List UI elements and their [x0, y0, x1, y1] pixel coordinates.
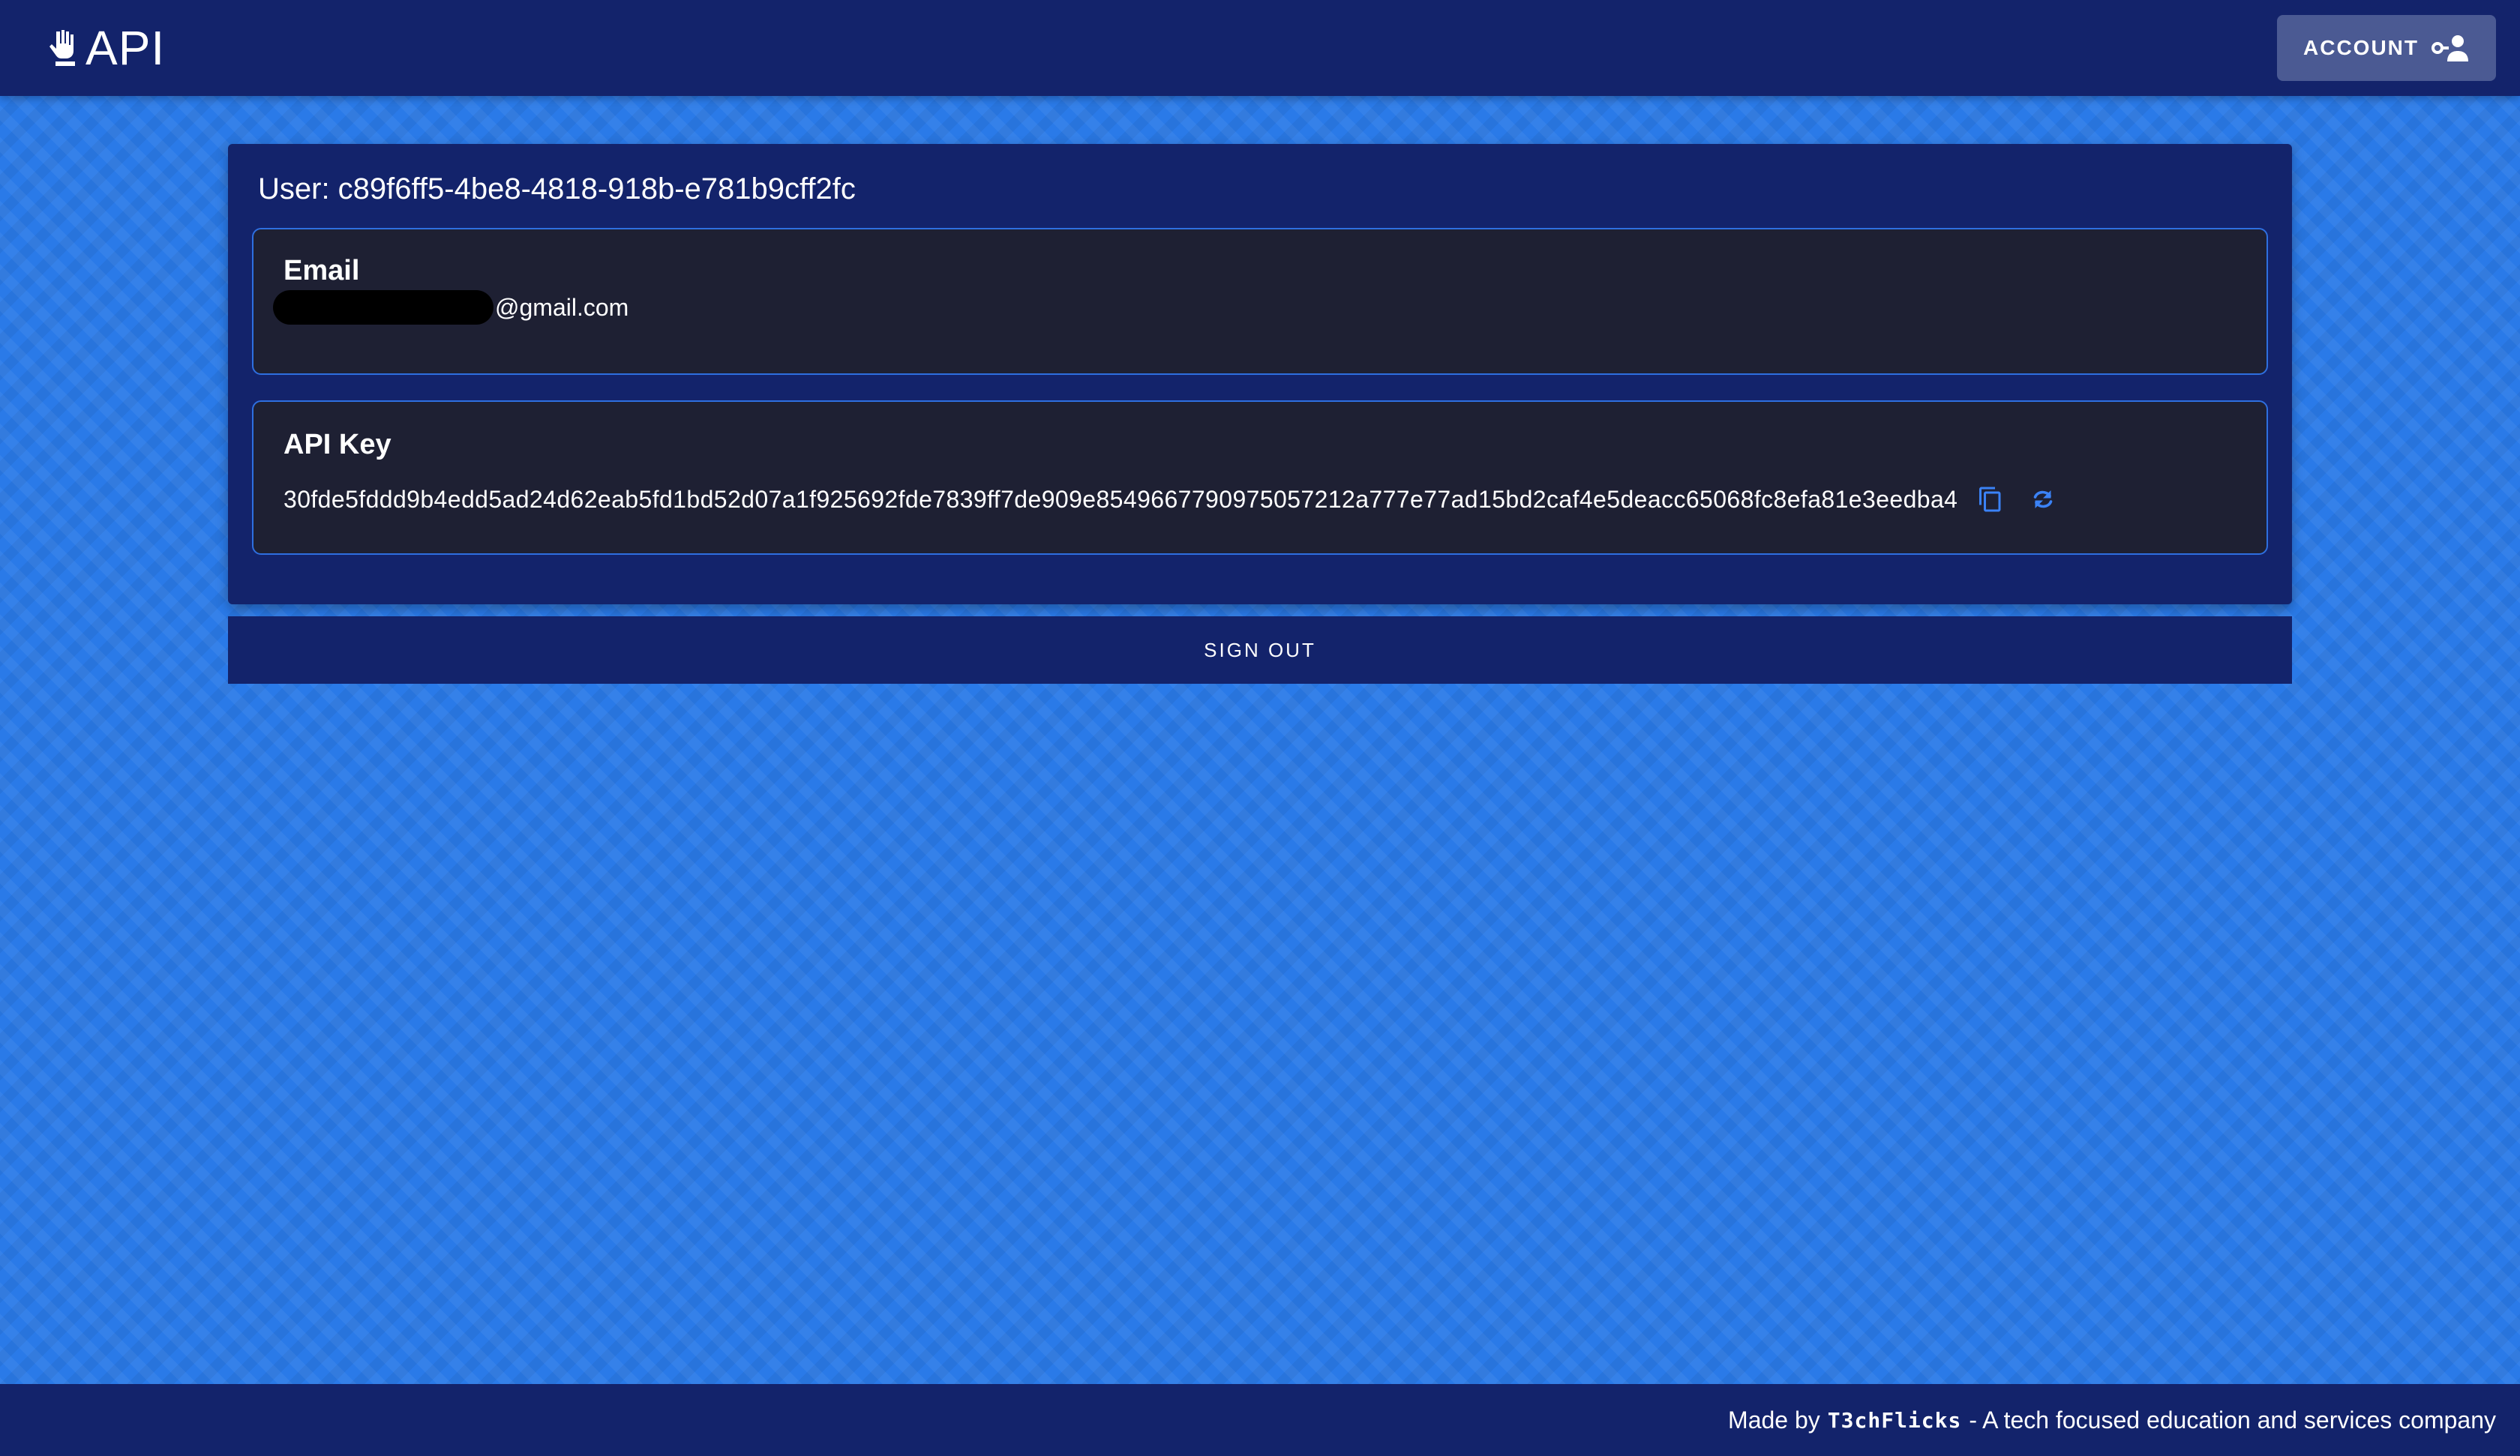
user-id-title: User: c89f6ff5-4be8-4818-918b-e781b9cff2…	[258, 172, 856, 205]
sign-out-button[interactable]: SIGN OUT	[228, 616, 2292, 684]
footer-suffix: - A tech focused education and services …	[1969, 1406, 2496, 1434]
api-key-value[interactable]: 30fde5fddd9b4edd5ad24d62eab5fd1bd52d07a1…	[284, 486, 1958, 514]
api-key-label: API Key	[284, 429, 392, 460]
brand-logo[interactable]: API	[50, 19, 165, 76]
account-button-label: ACCOUNT	[2303, 36, 2419, 59]
email-field: Email @gmail.com	[252, 228, 2268, 375]
footer-credit: Made by T3chFlicks - A tech focused educ…	[1728, 1384, 2496, 1456]
copy-api-key-button[interactable]	[1971, 480, 2010, 519]
api-key-row: 30fde5fddd9b4edd5ad24d62eab5fd1bd52d07a1…	[284, 480, 2062, 519]
user-card: User: c89f6ff5-4be8-4818-918b-e781b9cff2…	[228, 144, 2292, 604]
api-key-field: API Key 30fde5fddd9b4edd5ad24d62eab5fd1b…	[252, 400, 2268, 555]
brand-title: API	[86, 21, 166, 75]
account-button[interactable]: ACCOUNT	[2277, 15, 2496, 81]
account-key-icon	[2432, 35, 2468, 61]
regenerate-api-key-button[interactable]	[2024, 480, 2062, 519]
footer-prefix: Made by	[1728, 1406, 1820, 1434]
sign-out-label: SIGN OUT	[1204, 638, 1316, 661]
refresh-icon	[2034, 490, 2053, 508]
hand-icon	[50, 30, 75, 66]
email-label: Email	[284, 255, 360, 286]
footer-brand-link[interactable]: T3chFlicks	[1828, 1408, 1962, 1433]
footer: Made by T3chFlicks - A tech focused educ…	[0, 1384, 2520, 1456]
top-app-bar: API ACCOUNT	[0, 0, 2520, 96]
email-domain: @gmail.com	[495, 293, 629, 321]
email-redaction	[273, 290, 494, 325]
copy-icon	[1979, 487, 2001, 512]
email-value: @gmail.com	[273, 289, 628, 325]
